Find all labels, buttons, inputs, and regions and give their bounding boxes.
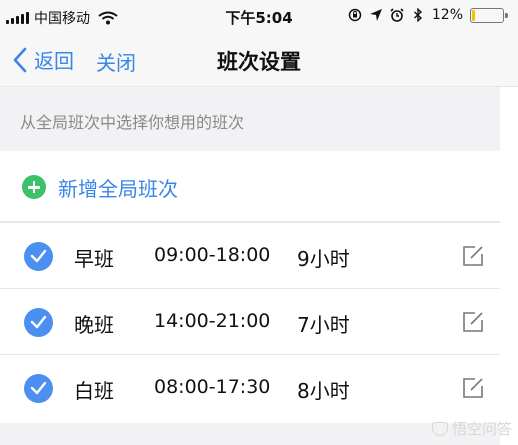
- battery-icon: [470, 7, 508, 23]
- checkbox-checked-icon[interactable]: [24, 308, 53, 337]
- shift-time: 09:00-18:00: [154, 244, 271, 266]
- add-global-shift-label: 新增全局班次: [58, 177, 178, 201]
- shift-hours: 8小时: [297, 379, 350, 403]
- bluetooth-icon: [413, 8, 422, 22]
- nav-bar: 返回 关闭 班次设置: [0, 34, 518, 87]
- close-button[interactable]: 关闭: [96, 47, 136, 76]
- orientation-lock-icon: [348, 8, 362, 22]
- shift-time: 14:00-21:00: [154, 310, 271, 332]
- location-icon: [369, 9, 382, 21]
- shift-name: 晚班: [74, 313, 114, 337]
- shift-name: 早班: [74, 247, 114, 271]
- watermark: 悟空问答: [431, 418, 512, 439]
- shift-row: 晚班 14:00-21:00 7小时: [0, 289, 500, 355]
- right-edge-gap: [500, 87, 518, 445]
- battery-percent: 12%: [431, 7, 463, 23]
- shift-name: 白班: [74, 379, 114, 403]
- edit-icon[interactable]: [462, 245, 484, 267]
- status-bar-right: 12%: [348, 7, 508, 23]
- shift-hours: 9小时: [297, 247, 350, 271]
- bottom-band: [0, 423, 500, 445]
- add-global-shift-button[interactable]: 新增全局班次: [0, 151, 500, 221]
- checkbox-checked-icon[interactable]: [24, 374, 53, 403]
- hint-text: 从全局班次中选择你想用的班次: [20, 113, 245, 132]
- hint-band: 从全局班次中选择你想用的班次: [0, 87, 500, 151]
- back-label: 返回: [34, 49, 74, 73]
- shift-row: 早班 09:00-18:00 9小时: [0, 223, 500, 289]
- checkbox-checked-icon[interactable]: [24, 242, 53, 271]
- status-bar: 中国移动 下午5:04 12%: [0, 0, 518, 34]
- plus-circle-icon: [22, 175, 46, 199]
- page-title: 班次设置: [217, 50, 301, 74]
- chevron-left-icon: [13, 47, 27, 72]
- shift-time: 08:00-17:30: [154, 376, 271, 398]
- watermark-text: 悟空问答: [451, 420, 512, 438]
- battery-level-fill: [472, 9, 475, 21]
- alarm-icon: [390, 8, 404, 22]
- watermark-logo-icon: [431, 421, 448, 436]
- shift-hours: 7小时: [297, 313, 350, 337]
- edit-icon[interactable]: [462, 377, 484, 399]
- shift-row: 白班 08:00-17:30 8小时: [0, 355, 500, 421]
- back-button[interactable]: 返回: [12, 45, 74, 74]
- edit-icon[interactable]: [462, 311, 484, 333]
